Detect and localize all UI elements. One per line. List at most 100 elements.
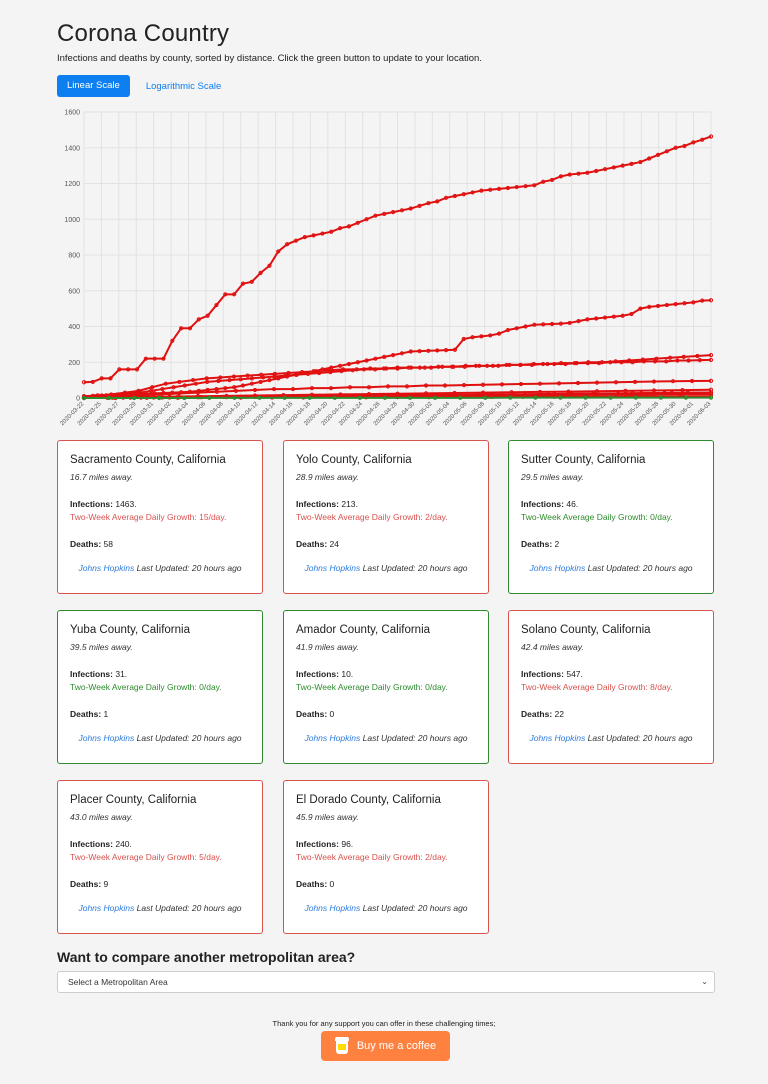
deaths-label: Deaths: bbox=[296, 539, 328, 549]
deaths-row: Deaths: 24 bbox=[296, 539, 476, 549]
johns-hopkins-link[interactable]: Johns Hopkins bbox=[304, 733, 360, 743]
johns-hopkins-link[interactable]: Johns Hopkins bbox=[529, 733, 585, 743]
county-distance: 43.0 miles away. bbox=[70, 812, 133, 822]
county-card: Sutter County, California 29.5 miles away… bbox=[508, 440, 714, 594]
last-updated: Last Updated: 20 hours ago bbox=[587, 563, 693, 573]
infections-value: 46. bbox=[563, 499, 579, 509]
johns-hopkins-link[interactable]: Johns Hopkins bbox=[78, 733, 134, 743]
metro-area-select-value: Select a Metropolitan Area bbox=[68, 977, 168, 987]
deaths-label: Deaths: bbox=[70, 709, 102, 719]
deaths-row: Deaths: 22 bbox=[521, 709, 701, 719]
y-tick-label: 1200 bbox=[64, 181, 80, 188]
county-distance: 39.5 miles away. bbox=[70, 642, 133, 652]
infections-label: Infections: bbox=[521, 669, 564, 679]
infections-row: Infections: 10. bbox=[296, 669, 476, 679]
county-name: Sutter County, California bbox=[521, 454, 646, 466]
metro-area-select[interactable]: Select a Metropolitan Area ⌄ bbox=[57, 971, 715, 993]
johns-hopkins-link[interactable]: Johns Hopkins bbox=[78, 903, 134, 913]
deaths-label: Deaths: bbox=[70, 539, 102, 549]
infections-value: 10. bbox=[338, 669, 354, 679]
y-tick-label: 0 bbox=[76, 396, 80, 403]
cases-chart: 0 200 400 600 800 1000 1200 1400 1600 2020-03-22… bbox=[59, 110, 714, 427]
infections-row: Infections: 1463. bbox=[70, 499, 250, 509]
infections-label: Infections: bbox=[70, 499, 113, 509]
growth-rate: Two-Week Average Daily Growth: 5/day. bbox=[70, 852, 222, 862]
page-title: Corona Country bbox=[57, 20, 230, 47]
last-updated: Last Updated: 20 hours ago bbox=[136, 903, 242, 913]
county-name: Placer County, California bbox=[70, 794, 197, 806]
growth-rate: Two-Week Average Daily Growth: 0/day. bbox=[521, 512, 673, 522]
deaths-value: 58 bbox=[101, 539, 114, 549]
infections-row: Infections: 547. bbox=[521, 669, 701, 679]
log-scale-button[interactable]: Logarithmic Scale bbox=[140, 80, 228, 93]
deaths-row: Deaths: 2 bbox=[521, 539, 701, 549]
source-row: Johns Hopkins Last Updated: 20 hours ago bbox=[521, 563, 701, 573]
deaths-value: 24 bbox=[327, 539, 340, 549]
source-row: Johns Hopkins Last Updated: 20 hours ago bbox=[521, 733, 701, 743]
chevron-down-icon: ⌄ bbox=[701, 977, 708, 986]
y-tick-label: 400 bbox=[68, 324, 80, 331]
county-card: Placer County, California 43.0 miles away… bbox=[57, 780, 263, 934]
scale-toggle: Linear Scale Logarithmic Scale bbox=[57, 75, 227, 97]
growth-rate: Two-Week Average Daily Growth: 2/day. bbox=[296, 512, 448, 522]
buy-me-a-coffee-button[interactable]: Buy me a coffee bbox=[321, 1031, 450, 1061]
infections-value: 213. bbox=[338, 499, 358, 509]
infections-row: Infections: 31. bbox=[70, 669, 250, 679]
coffee-cup-icon bbox=[334, 1037, 349, 1055]
growth-rate: Two-Week Average Daily Growth: 15/day. bbox=[70, 512, 227, 522]
infections-value: 240. bbox=[112, 839, 132, 849]
infections-row: Infections: 240. bbox=[70, 839, 250, 849]
county-card: Yuba County, California 39.5 miles away. I… bbox=[57, 610, 263, 764]
county-card: Amador County, California 41.9 miles away… bbox=[283, 610, 489, 764]
deaths-value: 22 bbox=[552, 709, 565, 719]
johns-hopkins-link[interactable]: Johns Hopkins bbox=[304, 563, 360, 573]
infections-label: Infections: bbox=[70, 669, 113, 679]
last-updated: Last Updated: 20 hours ago bbox=[362, 733, 468, 743]
source-row: Johns Hopkins Last Updated: 20 hours ago bbox=[70, 733, 250, 743]
source-row: Johns Hopkins Last Updated: 20 hours ago bbox=[296, 733, 476, 743]
growth-rate: Two-Week Average Daily Growth: 0/day. bbox=[296, 682, 448, 692]
y-axis-ticks: 0 200 400 600 800 1000 1200 1400 1600 bbox=[64, 110, 80, 403]
deaths-value: 2 bbox=[552, 539, 560, 549]
deaths-value: 1 bbox=[101, 709, 109, 719]
source-row: Johns Hopkins Last Updated: 20 hours ago bbox=[70, 563, 250, 573]
deaths-label: Deaths: bbox=[521, 709, 553, 719]
y-tick-label: 600 bbox=[68, 288, 80, 295]
county-name: Yolo County, California bbox=[296, 454, 412, 466]
johns-hopkins-link[interactable]: Johns Hopkins bbox=[529, 563, 585, 573]
county-distance: 16.7 miles away. bbox=[70, 472, 133, 482]
johns-hopkins-link[interactable]: Johns Hopkins bbox=[304, 903, 360, 913]
infections-value: 96. bbox=[338, 839, 354, 849]
infections-value: 547. bbox=[563, 669, 583, 679]
county-distance: 45.9 miles away. bbox=[296, 812, 359, 822]
y-tick-label: 1600 bbox=[64, 110, 80, 117]
infections-row: Infections: 46. bbox=[521, 499, 701, 509]
page-subtitle: Infections and deaths by county, sorted … bbox=[57, 53, 482, 64]
county-card: El Dorado County, California 45.9 miles a… bbox=[283, 780, 489, 934]
county-name: Sacramento County, California bbox=[70, 454, 226, 466]
source-row: Johns Hopkins Last Updated: 20 hours ago bbox=[296, 563, 476, 573]
johns-hopkins-link[interactable]: Johns Hopkins bbox=[78, 563, 134, 573]
county-name: Yuba County, California bbox=[70, 624, 190, 636]
infections-label: Infections: bbox=[296, 669, 339, 679]
deaths-label: Deaths: bbox=[521, 539, 553, 549]
infections-value: 31. bbox=[112, 669, 128, 679]
compare-heading: Want to compare another metropolitan are… bbox=[57, 949, 356, 965]
support-message: Thank you for any support you can offer … bbox=[272, 1019, 496, 1028]
growth-rate: Two-Week Average Daily Growth: 8/day. bbox=[521, 682, 673, 692]
deaths-label: Deaths: bbox=[296, 709, 328, 719]
buy-me-a-coffee-label: Buy me a coffee bbox=[356, 1040, 437, 1052]
deaths-value: 0 bbox=[327, 879, 335, 889]
last-updated: Last Updated: 20 hours ago bbox=[587, 733, 693, 743]
infections-row: Infections: 213. bbox=[296, 499, 476, 509]
infections-row: Infections: 96. bbox=[296, 839, 476, 849]
infections-label: Infections: bbox=[296, 839, 339, 849]
infections-label: Infections: bbox=[70, 839, 113, 849]
growth-rate: Two-Week Average Daily Growth: 0/day. bbox=[70, 682, 222, 692]
last-updated: Last Updated: 20 hours ago bbox=[136, 563, 242, 573]
linear-scale-button[interactable]: Linear Scale bbox=[57, 75, 130, 97]
last-updated: Last Updated: 20 hours ago bbox=[362, 563, 468, 573]
deaths-row: Deaths: 1 bbox=[70, 709, 250, 719]
y-tick-label: 800 bbox=[68, 253, 80, 260]
deaths-row: Deaths: 58 bbox=[70, 539, 250, 549]
